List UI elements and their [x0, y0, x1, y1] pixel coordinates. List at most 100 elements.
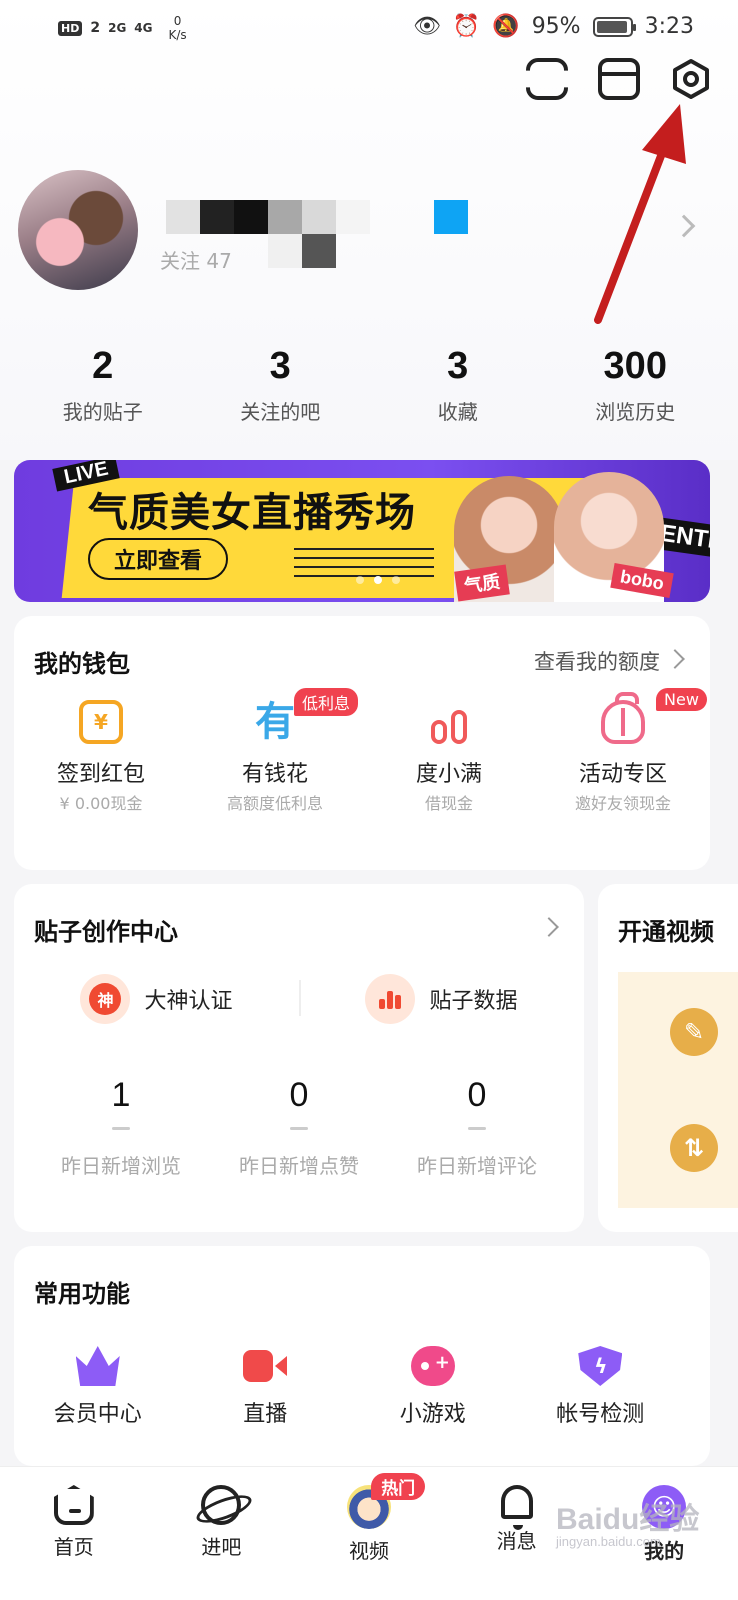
live-button[interactable]: 直播: [182, 1346, 350, 1428]
stat-number: 3: [447, 345, 469, 387]
hd-indicator: HD: [58, 20, 83, 36]
common-functions-card: 常用功能 会员中心 直播 小游戏 ϟ 帐号检测: [14, 1246, 710, 1466]
stat-number: 0: [289, 1076, 309, 1114]
profile-stats: 2 我的贴子 3 关注的吧 3 收藏 300 浏览历史: [14, 345, 724, 425]
stat-label: 关注的吧: [240, 400, 321, 424]
creator-title[interactable]: 贴子创作中心: [34, 912, 178, 947]
stat-label: 昨日新增评论: [417, 1154, 537, 1178]
wallet-item-sub: ¥ 0.00现金: [59, 794, 143, 813]
vip-panel: ✎ ⇅: [618, 972, 738, 1208]
common-items: 会员中心 直播 小游戏 ϟ 帐号检测: [14, 1346, 684, 1428]
status-right: 👁 ⏰ 🔕 95% 3:23: [413, 14, 694, 39]
wallet-item-signin[interactable]: ¥ 签到红包 ¥ 0.00现金: [14, 700, 188, 814]
yuan-icon: ¥: [79, 700, 123, 744]
common-title: 常用功能: [34, 1280, 130, 1308]
nav-home[interactable]: 首页: [0, 1467, 148, 1600]
settings-gear-icon[interactable]: [670, 58, 712, 100]
wallet-item-youqianhua[interactable]: 低利息 有 有钱花 高额度低利息: [188, 688, 362, 814]
mini-game-button[interactable]: 小游戏: [349, 1346, 517, 1428]
nav-video[interactable]: 热门 视频: [295, 1467, 443, 1600]
sort-icon[interactable]: ⇅: [670, 1124, 718, 1172]
pagination-dot: [356, 576, 364, 584]
avatar[interactable]: [18, 170, 138, 290]
stat-history[interactable]: 300 浏览历史: [547, 345, 725, 425]
function-label: 帐号检测: [556, 1402, 645, 1427]
game-icon: [410, 1346, 455, 1386]
banner-pagination: [356, 576, 400, 584]
wallet-item-sub: 邀好友领现金: [574, 794, 671, 813]
live-banner[interactable]: LIVE 气质美女直播秀场 立即查看 ENTE 气质 bobo: [14, 460, 710, 602]
view-quota-link[interactable]: 查看我的额度: [534, 646, 660, 676]
function-label: 小游戏: [399, 1402, 466, 1427]
follow-count[interactable]: 关注 47: [160, 245, 232, 274]
chevron-right-icon[interactable]: [665, 649, 685, 669]
member-center-button[interactable]: 会员中心: [14, 1346, 182, 1428]
master-verify-button[interactable]: 神 大神认证: [14, 974, 299, 1024]
watermark-url: jingyan.baidu.com: [556, 1534, 661, 1549]
master-verify-icon: 神: [80, 974, 131, 1024]
scan-icon[interactable]: [526, 58, 568, 100]
creator-center-card: 贴子创作中心 神 大神认证 贴子数据 1 昨日新增浏览 0 昨日新增点赞 0 昨…: [14, 884, 584, 1232]
box-icon[interactable]: [598, 58, 640, 100]
mute-icon: 🔕: [492, 14, 520, 39]
stat-label: 收藏: [437, 400, 478, 424]
chevron-right-icon[interactable]: [539, 917, 559, 937]
stat-new-views[interactable]: 1 昨日新增浏览: [32, 1076, 210, 1179]
bell-icon: [500, 1485, 533, 1530]
duxiaoman-icon: [427, 700, 471, 744]
post-data-button[interactable]: 贴子数据: [299, 974, 584, 1024]
network-speed: 0 K/s: [169, 14, 187, 42]
wallet-items: ¥ 签到红包 ¥ 0.00现金 低利息 有 有钱花 高额度低利息 度小满 借现金…: [14, 688, 710, 814]
wallet-item-name: 签到红包: [56, 762, 145, 787]
stat-label: 浏览历史: [595, 400, 676, 424]
stat-number: 300: [603, 345, 667, 387]
hot-badge: 热门: [371, 1473, 426, 1500]
edit-icon[interactable]: ✎: [670, 1008, 718, 1056]
vip-video-card[interactable]: 开通视频 ✎ ⇅: [598, 884, 738, 1232]
stat-label: 昨日新增点赞: [239, 1154, 359, 1178]
signal-4g-icon: 4G: [134, 21, 153, 35]
money-flower-icon: 有: [255, 699, 295, 745]
nav-label: 视频: [348, 1539, 389, 1563]
planet-icon: [201, 1485, 242, 1525]
account-check-button[interactable]: ϟ 帐号检测: [517, 1346, 685, 1428]
stat-my-posts[interactable]: 2 我的贴子: [14, 345, 192, 425]
trend-dash: [468, 1127, 486, 1130]
stat-favorites[interactable]: 3 收藏: [369, 345, 547, 425]
action-label: 贴子数据: [429, 989, 518, 1014]
wallet-item-name: 度小满: [415, 762, 482, 787]
pagination-dot-active: [374, 576, 382, 584]
wallet-item-name: 活动专区: [578, 762, 667, 787]
network-speed-value: 0: [173, 14, 182, 28]
vip-title: 开通视频: [618, 918, 714, 946]
stat-number: 0: [467, 1076, 487, 1114]
stat-new-likes[interactable]: 0 昨日新增点赞: [210, 1076, 388, 1179]
signal-2g-icon: 2G: [108, 21, 127, 35]
stat-new-comments[interactable]: 0 昨日新增评论: [388, 1076, 566, 1179]
trend-dash: [290, 1127, 308, 1130]
banner-view-button[interactable]: 立即查看: [88, 538, 229, 580]
wallet-item-sub: 高额度低利息: [226, 794, 323, 813]
sim-indicator: 2: [90, 20, 101, 36]
wallet-item-duxiaoman[interactable]: 度小满 借现金: [362, 700, 536, 814]
stat-label: 我的贴子: [62, 400, 143, 424]
nav-bars[interactable]: 进吧: [148, 1467, 296, 1600]
header-actions: [526, 58, 712, 100]
nav-label: 首页: [53, 1535, 94, 1559]
trend-dash: [112, 1127, 130, 1130]
home-icon: [53, 1485, 94, 1525]
clock: 3:23: [644, 14, 694, 39]
wallet-card: 我的钱包 查看我的额度 ¥ 签到红包 ¥ 0.00现金 低利息 有 有钱花 高额…: [14, 616, 710, 870]
shield-icon: ϟ: [578, 1346, 623, 1386]
stat-followed-bars[interactable]: 3 关注的吧: [192, 345, 370, 425]
function-label: 直播: [243, 1402, 288, 1427]
eye-icon: 👁: [412, 14, 441, 39]
wallet-item-name: 有钱花: [241, 762, 308, 787]
gift-icon: [601, 692, 645, 744]
wallet-item-activity[interactable]: New 活动专区 邀好友领现金: [536, 688, 710, 814]
battery-percent: 95%: [531, 14, 581, 39]
wallet-title: 我的钱包: [34, 650, 130, 678]
divider: [299, 980, 301, 1016]
wallet-item-sub: 借现金: [424, 794, 473, 813]
watermark-text: Baidu经验: [556, 1503, 700, 1536]
